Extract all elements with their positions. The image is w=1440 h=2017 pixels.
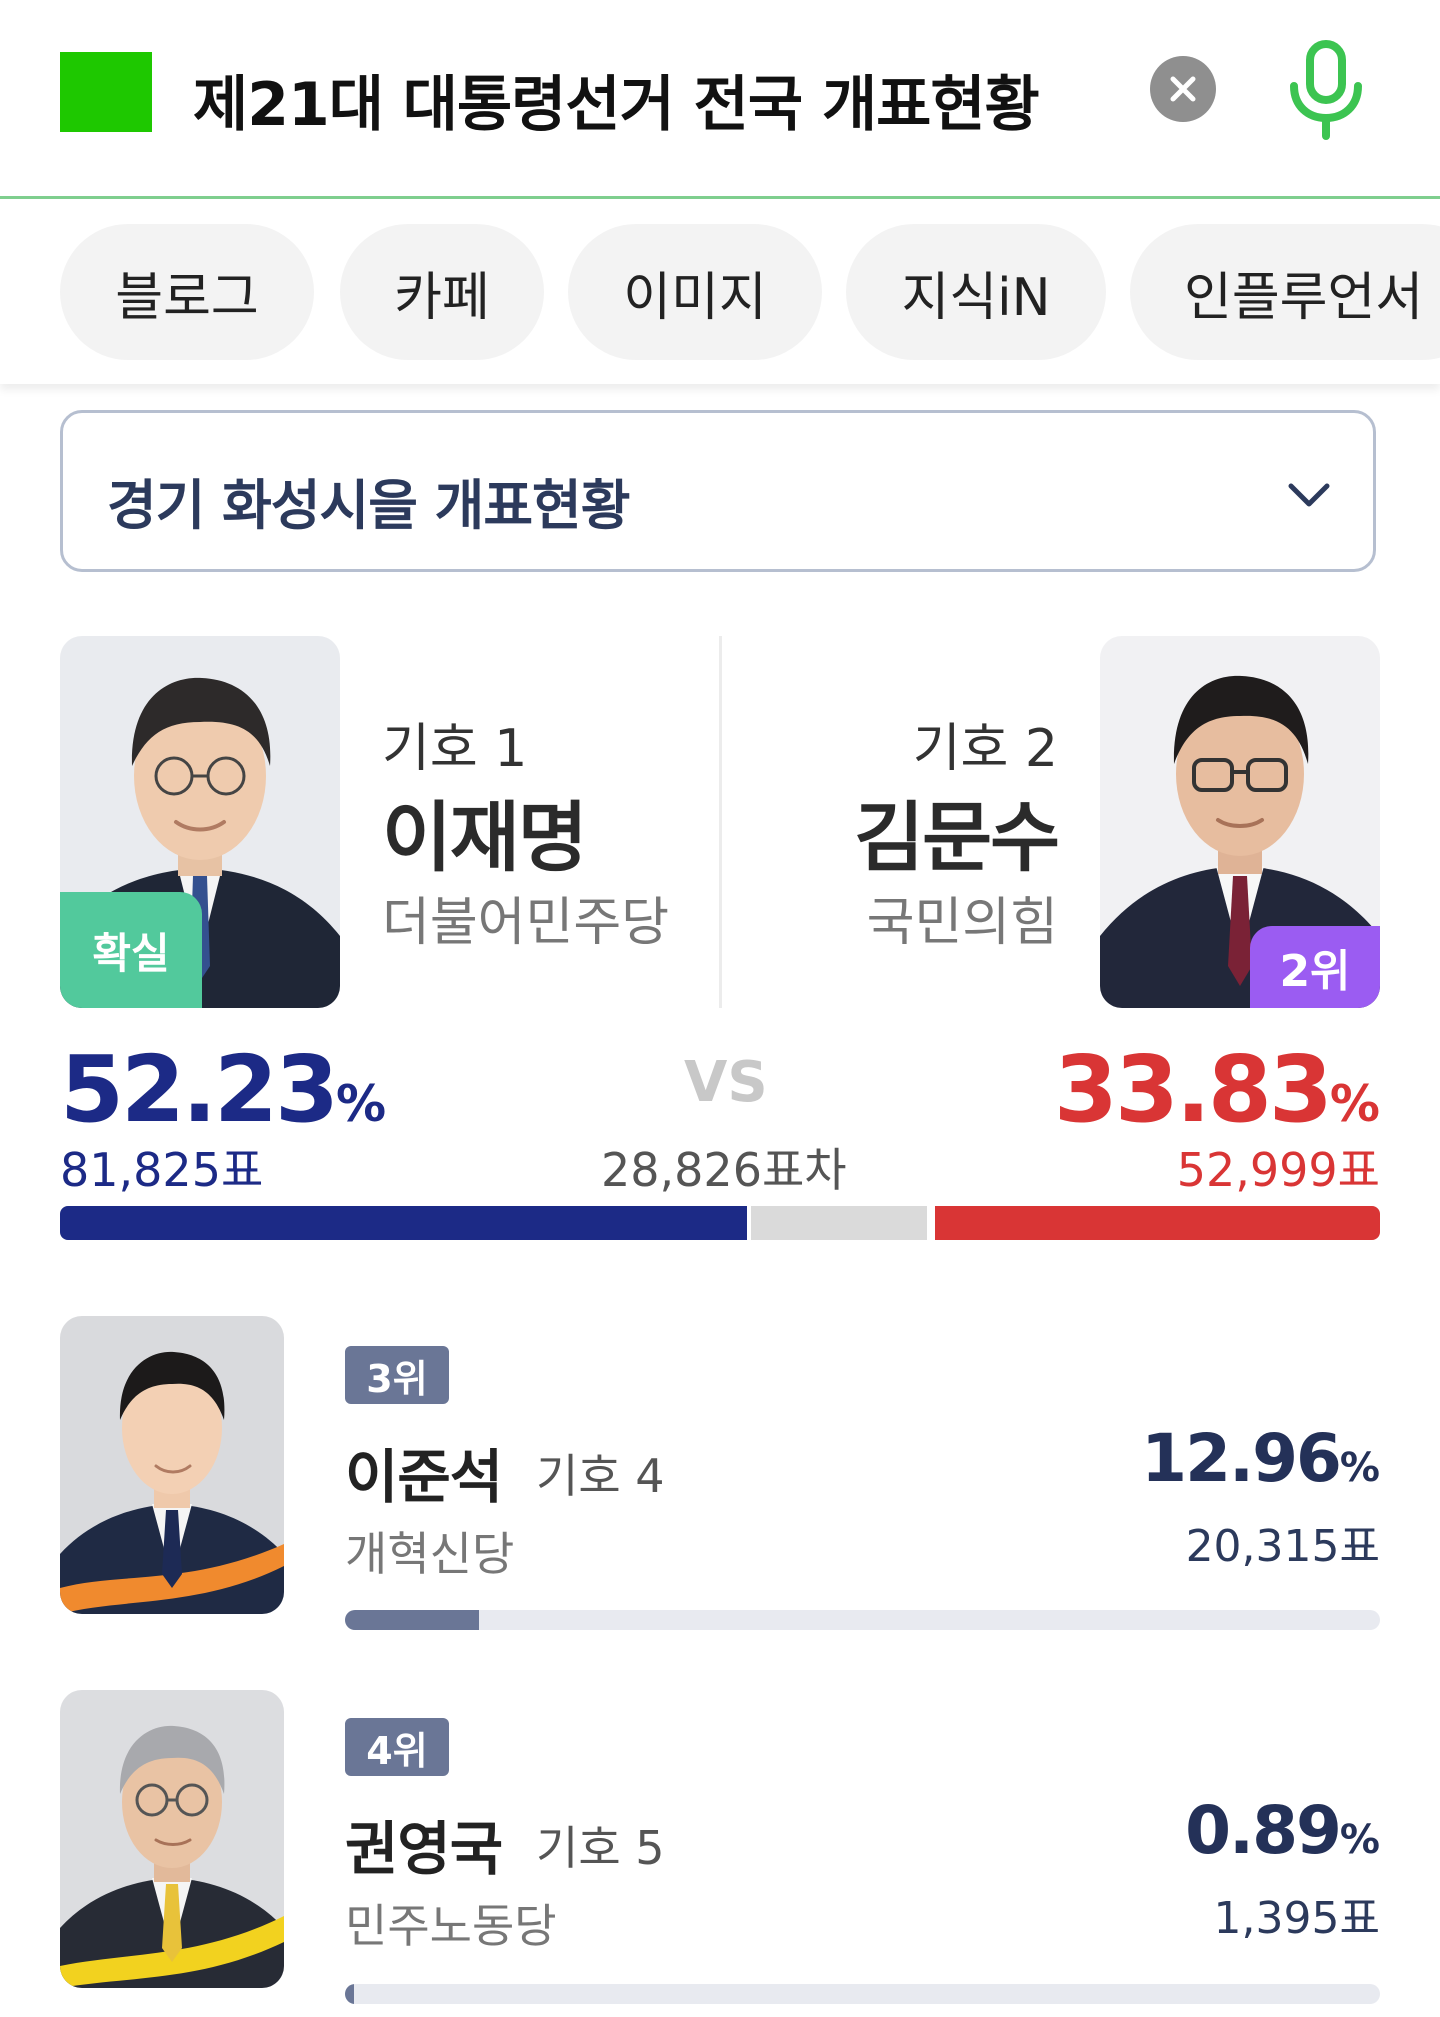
vote-share-bar	[60, 1206, 1380, 1240]
candidate-party: 민주노동당	[345, 1899, 557, 1953]
voice-search-button[interactable]	[1284, 40, 1368, 140]
microphone-icon	[1290, 40, 1362, 140]
candidate-photo-kwon-youngguk	[60, 1690, 284, 1988]
vote-percentage: 0.89%	[1185, 1792, 1380, 1869]
candidate-party: 국민의힘	[866, 893, 1058, 953]
vote-share-track	[345, 1610, 1380, 1630]
search-bar: 제21대 대통령선거 전국 개표현황	[0, 0, 1440, 199]
district-select[interactable]: 경기 화성시을 개표현황	[60, 410, 1376, 572]
vote-count: 81,825표	[60, 1143, 264, 1197]
close-icon	[1170, 76, 1196, 102]
clear-search-button[interactable]	[1150, 56, 1216, 122]
vote-count: 52,999표	[1176, 1143, 1380, 1197]
candidate-number: 기호 5	[536, 1821, 665, 1875]
candidate-party: 개혁신당	[345, 1527, 515, 1581]
vote-percentage: 33.83%	[1053, 1036, 1380, 1143]
vote-share-fill	[345, 1984, 355, 2004]
candidate-photo-lee-junseok	[60, 1316, 284, 1614]
candidate-name[interactable]: 이재명	[382, 776, 588, 886]
naver-logo[interactable]	[60, 52, 152, 132]
vote-count: 1,395표	[1213, 1893, 1380, 1944]
candidate-number: 기호 2	[912, 719, 1058, 779]
candidate-party: 더불어민주당	[382, 893, 670, 953]
tab-blog[interactable]: 블로그	[60, 224, 314, 360]
candidate-name[interactable]: 김문수	[854, 776, 1060, 886]
search-query-input[interactable]: 제21대 대통령선거 전국 개표현황	[193, 56, 1040, 143]
vote-percentage: 52.23%	[60, 1036, 387, 1143]
vote-share-track	[345, 1984, 1380, 2004]
status-badge: 확실	[60, 892, 202, 1008]
second-candidate-share-bar	[935, 1206, 1380, 1240]
search-tabs: 블로그 카페 이미지 지식iN 인플루언서	[0, 198, 1440, 384]
candidate-photo-lee-jaemyung: 확실	[60, 636, 340, 1008]
candidate-number: 기호 4	[536, 1449, 665, 1503]
tab-influencer[interactable]: 인플루언서	[1130, 224, 1440, 360]
vote-share-fill	[345, 1610, 480, 1630]
vote-count: 20,315표	[1185, 1521, 1380, 1572]
portrait-image	[60, 1690, 284, 1988]
portrait-image	[60, 1316, 284, 1614]
others-share-bar	[751, 1206, 928, 1240]
candidate-number: 기호 1	[382, 719, 528, 779]
chevron-down-icon	[1288, 483, 1330, 507]
candidate-photo-kim-moonsoo: 2위	[1100, 636, 1380, 1008]
rank-badge: 3위	[345, 1346, 449, 1404]
rank-badge: 4위	[345, 1718, 449, 1776]
tab-cafe[interactable]: 카페	[340, 224, 544, 360]
candidate-name[interactable]: 권영국	[345, 1802, 503, 1886]
tab-knowledge-in[interactable]: 지식iN	[846, 224, 1106, 360]
rank-badge: 2위	[1250, 926, 1380, 1008]
vote-percentage: 12.96%	[1141, 1420, 1380, 1497]
divider	[719, 636, 722, 1008]
vote-gap: 28,826표차	[601, 1143, 847, 1197]
district-label: 경기 화성시을 개표현황	[107, 474, 630, 537]
tab-images[interactable]: 이미지	[568, 224, 822, 360]
first-candidate-share-bar	[60, 1206, 748, 1240]
vs-label: VS	[684, 1050, 768, 1115]
candidate-name[interactable]: 이준석	[345, 1430, 503, 1514]
